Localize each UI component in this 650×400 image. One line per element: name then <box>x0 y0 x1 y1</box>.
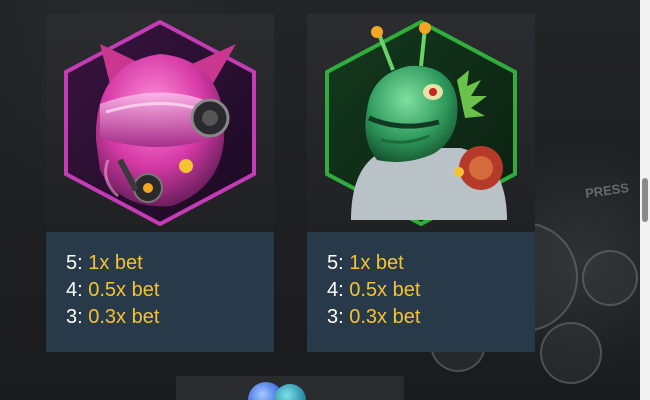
symbol-card-pink-robot: 5: 1x bet 4: 0.5x bet 3: 0.3x bet <box>46 14 274 352</box>
payout-value: 0.3x bet <box>349 306 421 328</box>
payout-count: 4: <box>66 279 83 301</box>
payout-count: 3: <box>66 306 83 328</box>
background-coins-button <box>582 250 638 306</box>
symbol-image-panel <box>46 14 274 232</box>
background-autoplay-button <box>540 322 602 384</box>
payout-count: 5: <box>327 252 344 274</box>
payout-value: 0.5x bet <box>349 279 421 301</box>
scrollbar-track[interactable] <box>640 0 650 400</box>
payout-table: 5: 1x bet 4: 0.5x bet 3: 0.3x bet <box>307 232 535 352</box>
symbol-image-panel <box>307 14 535 232</box>
payout-count: 3: <box>327 306 344 328</box>
payout-row: 5: 1x bet <box>327 250 535 277</box>
pink-cat-helmet-robot-symbol <box>64 20 256 226</box>
payout-row: 3: 0.3x bet <box>327 304 535 331</box>
payout-value: 0.3x bet <box>88 306 160 328</box>
payout-row: 4: 0.5x bet <box>66 277 274 304</box>
payout-table: 5: 1x bet 4: 0.5x bet 3: 0.3x bet <box>46 232 274 352</box>
scrollbar-thumb[interactable] <box>642 178 648 222</box>
symbol-card-green-alien: 5: 1x bet 4: 0.5x bet 3: 0.3x bet <box>307 14 535 352</box>
payout-value: 0.5x bet <box>88 279 160 301</box>
payout-count: 4: <box>327 279 344 301</box>
payout-value: 1x bet <box>349 252 404 274</box>
payout-row: 3: 0.3x bet <box>66 304 274 331</box>
payout-value: 1x bet <box>88 252 143 274</box>
green-alien-astronaut-symbol <box>325 20 517 226</box>
payout-row: 5: 1x bet <box>66 250 274 277</box>
payout-row: 4: 0.5x bet <box>327 277 535 304</box>
payout-count: 5: <box>66 252 83 274</box>
